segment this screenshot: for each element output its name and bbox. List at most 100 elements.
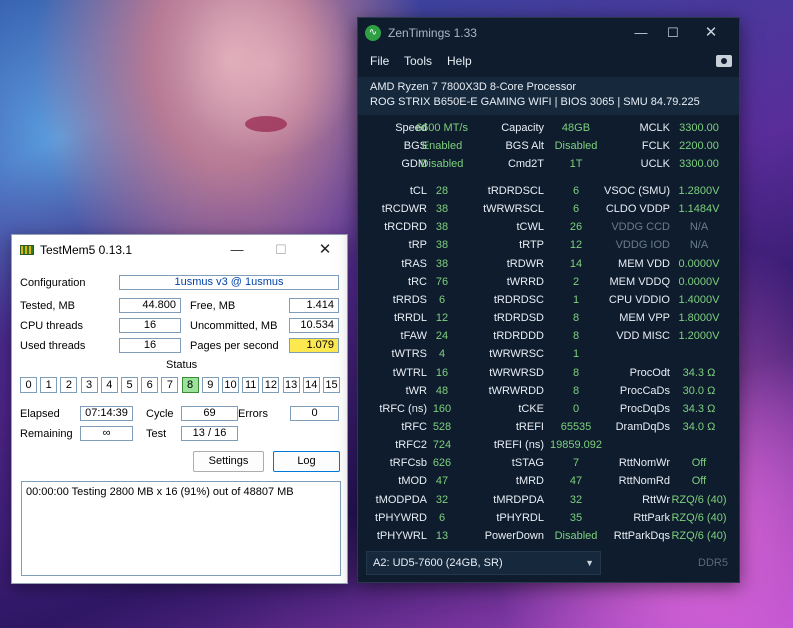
timing-value: 38 <box>435 221 449 234</box>
maximize-button[interactable]: ☐ <box>658 22 688 44</box>
minimize-button[interactable]: — <box>626 22 656 44</box>
timing-value: 724 <box>432 439 452 452</box>
timing-value: Disabled <box>420 158 464 170</box>
minimize-icon: — <box>230 242 244 257</box>
elapsed-label: Elapsed <box>20 408 60 420</box>
timing-value: 32 <box>569 493 583 506</box>
testmem5-title: TestMem5 0.13.1 <box>40 243 133 257</box>
settings-button[interactable]: Settings <box>193 451 264 472</box>
status-cell: 9 <box>201 377 219 393</box>
uncommitted-value: 10.534 <box>289 318 339 333</box>
timing-value: 8 <box>572 384 580 397</box>
status-cell: 0 <box>20 377 37 393</box>
timing-value: 6 <box>572 203 580 216</box>
timing-value: 16 <box>435 366 449 379</box>
status-cell: 1 <box>40 377 58 393</box>
timing-value: 3300.00 <box>679 122 719 134</box>
timing-value: 12 <box>435 312 449 325</box>
timing-value: 2 <box>572 275 580 288</box>
timing-value: 47 <box>569 475 583 488</box>
menu-file[interactable]: File <box>370 54 389 68</box>
timing-value: Enabled <box>421 140 463 152</box>
dimm-select-value: A2: UD5-7600 (24GB, SR) <box>373 557 503 569</box>
timing-value: 2200.00 <box>679 140 719 152</box>
timing-value: 1.4000V <box>678 293 720 306</box>
ddr-type: DDR5 <box>698 557 728 569</box>
status-cell: 15 <box>323 377 340 393</box>
timing-value: RZQ/6 (40) <box>671 511 727 524</box>
timing-value: 14 <box>569 257 583 270</box>
pulse-icon: ∿ <box>365 25 381 41</box>
timing-value: 6 <box>438 511 446 524</box>
timing-value: 38 <box>435 239 449 252</box>
used-threads-value: 16 <box>119 338 181 353</box>
timing-value: N/A <box>689 239 709 252</box>
remaining-value: ∞ <box>80 426 133 441</box>
timing-value: Off <box>691 475 707 488</box>
timing-label: tWRWRSCL <box>483 203 544 216</box>
timing-value: 1T <box>569 158 583 170</box>
status-cell: 3 <box>80 377 98 393</box>
menu-tools[interactable]: Tools <box>404 54 432 68</box>
timing-value: 7 <box>572 457 580 470</box>
zentimings-title: ZenTimings 1.33 <box>388 26 477 40</box>
status-cell: 11 <box>242 377 260 393</box>
timing-value: 1.2000V <box>678 330 720 343</box>
cycle-label: Cycle <box>146 408 174 420</box>
timing-value: 528 <box>432 420 452 433</box>
timing-value: 48 <box>435 384 449 397</box>
close-button[interactable]: ✕ <box>310 239 340 261</box>
close-icon: ✕ <box>318 241 332 258</box>
timing-value: 4 <box>438 348 446 361</box>
maximize-button[interactable]: ☐ <box>266 239 296 261</box>
timing-value: 0 <box>572 402 580 415</box>
minimize-button[interactable]: — <box>222 239 252 261</box>
zentimings-window: ∿ ZenTimings 1.33 — ☐ ✕ File Tools Help … <box>357 17 740 583</box>
timing-value: 0.0000V <box>678 275 720 288</box>
board-info: ROG STRIX B650E-E GAMING WIFI | BIOS 306… <box>370 96 700 108</box>
timing-value: 24 <box>435 330 449 343</box>
timing-value: 6 <box>438 293 446 306</box>
free-value: 1.414 <box>289 298 339 313</box>
elapsed-value: 07:14:39 <box>80 406 133 421</box>
menu-help[interactable]: Help <box>447 54 472 68</box>
errors-label: Errors <box>238 408 268 420</box>
timing-value: Disabled <box>554 140 598 152</box>
timing-value: 1 <box>572 348 580 361</box>
chevron-down-icon: ▼ <box>585 558 594 568</box>
camera-icon[interactable] <box>716 55 732 67</box>
testmem5-titlebar[interactable]: TestMem5 0.13.1 — ☐ ✕ <box>12 235 347 265</box>
status-cell: 10 <box>222 377 239 393</box>
log-button[interactable]: Log <box>273 451 340 472</box>
log-output[interactable]: 00:00:00 Testing 2800 MB x 16 (91%) out … <box>21 481 341 576</box>
dimm-select[interactable]: A2: UD5-7600 (24GB, SR) ▼ <box>366 551 601 575</box>
log-line: 00:00:00 Testing 2800 MB x 16 (91%) out … <box>26 486 294 498</box>
pages-per-second-label: Pages per second <box>190 340 279 352</box>
timing-value: 34.3 Ω <box>682 402 716 415</box>
timing-value: Off <box>691 457 707 470</box>
timing-value: 65535 <box>560 420 592 433</box>
timing-value: 3300.00 <box>679 158 719 170</box>
timing-value: 35 <box>569 511 583 524</box>
configuration-field[interactable]: 1usmus v3 @ 1usmus <box>119 275 339 290</box>
close-button[interactable]: ✕ <box>696 22 726 44</box>
status-cell: 2 <box>60 377 78 393</box>
maximize-icon: ☐ <box>275 242 287 257</box>
timing-value: 13 <box>435 529 449 542</box>
timing-value: Disabled <box>554 529 598 542</box>
configuration-label: Configuration <box>20 277 86 289</box>
status-title: Status <box>166 359 198 371</box>
wallpaper-glow <box>180 0 360 160</box>
test-label: Test <box>146 428 167 440</box>
status-cell: 7 <box>161 377 179 393</box>
wallpaper-decoration <box>245 116 287 132</box>
timing-value: 8 <box>572 366 580 379</box>
timing-value: 30.0 Ω <box>682 384 716 397</box>
timing-value: 626 <box>432 457 452 470</box>
timing-value: 48GB <box>561 122 591 134</box>
cpu-threads-label: CPU threads <box>20 320 83 332</box>
zentimings-titlebar[interactable]: ∿ ZenTimings 1.33 — ☐ ✕ <box>358 18 739 48</box>
timing-value: 34.0 Ω <box>682 420 716 433</box>
test-value: 13 / 16 <box>181 426 238 441</box>
status-cell: 8 <box>181 377 199 393</box>
